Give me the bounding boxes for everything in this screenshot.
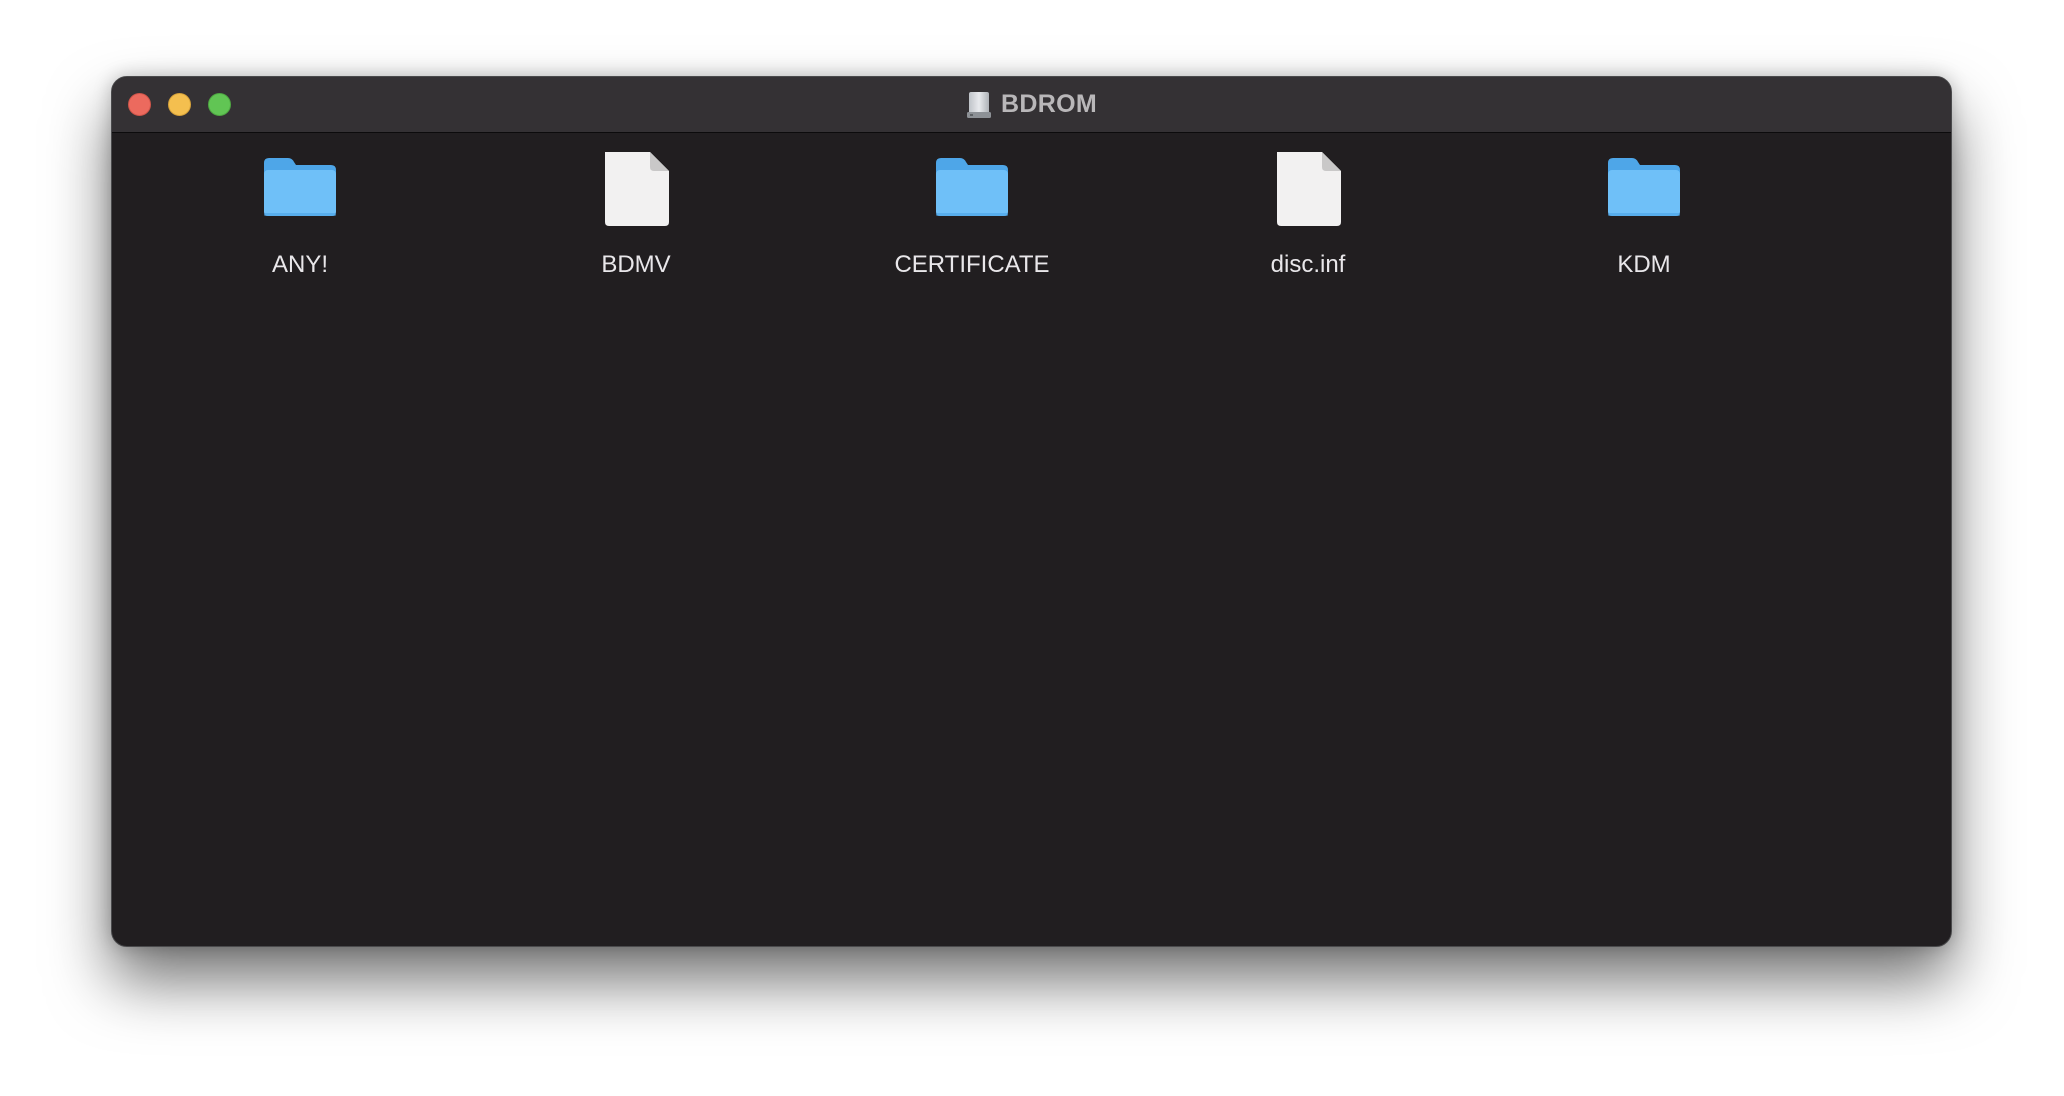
item-label: KDM [1617,251,1671,278]
folder-icon [1608,158,1680,216]
item-label: CERTIFICATE [894,251,1050,278]
folder-item[interactable]: CERTIFICATE [852,139,1092,289]
file-item[interactable]: disc.inf [1188,139,1428,289]
item-label: ANY! [271,251,328,278]
window-title: BDROM [1001,90,1097,118]
window-title-group: BDROM [112,77,1951,132]
document-icon [605,152,669,226]
title-bar[interactable]: BDROM [112,77,1951,133]
item-label: BDMV [601,251,671,278]
folder-icon [936,158,1008,216]
folder-item[interactable]: KDM [1524,139,1764,289]
finder-window: BDROM ANY! BDMV CERTIFICATE disc.inf KDM [111,76,1952,947]
folder-item[interactable]: ANY! [180,139,420,289]
icon-view[interactable]: ANY! BDMV CERTIFICATE disc.inf KDM [112,133,1951,946]
document-icon [1277,152,1341,226]
drive-icon [967,92,992,118]
file-item[interactable]: BDMV [516,139,756,289]
item-label: disc.inf [1270,251,1346,278]
folder-icon [264,158,336,216]
